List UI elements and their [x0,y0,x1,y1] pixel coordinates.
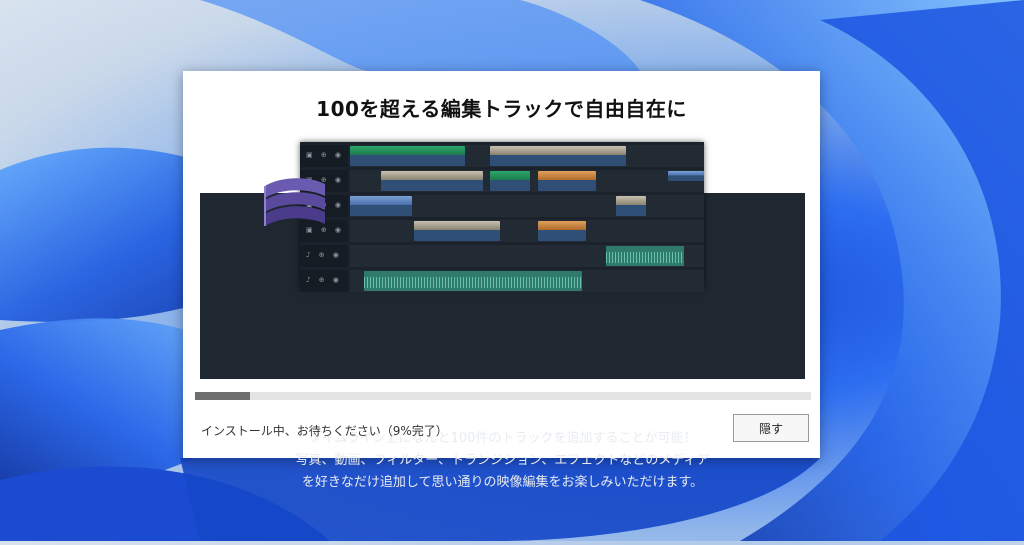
timeline-clip [490,146,626,166]
dialog-title: 100を超える編集トラックで自由自在に [316,97,687,121]
track-lane [350,220,704,242]
installer-dialog: 100を超える編集トラックで自由自在に タイムライン上になんと100件のトラック… [183,71,820,490]
track-lane [350,170,704,192]
audio-clip [364,271,582,291]
stacked-tracks-icon [264,178,325,226]
track-controls-icon: ♪ ⊕ ◉ [306,276,342,284]
timeline-clip [350,146,465,166]
track-lane [350,145,704,167]
timeline-clip [350,196,412,216]
timeline-clip [538,171,596,191]
track-controls-icon: ♪ ⊕ ◉ [306,251,342,259]
description-line: を好きなだけ追加して思い通りの映像編集をお楽しみいただけます。 [301,475,704,490]
description-line: 写真、動画、フィルター、トランジション、エフェクトなどのメディア [295,453,710,468]
track-header: ♪ ⊕ ◉ [300,270,348,292]
audio-clip [606,246,684,266]
timeline-clip [668,171,704,181]
timeline-clip [414,221,500,241]
track-header: ♪ ⊕ ◉ [300,245,348,267]
track-lane [350,195,704,217]
install-progress-bar [195,392,811,400]
timeline-clip [381,171,483,191]
track-header: ▣ ⊕ ◉ [300,145,348,167]
progress-fill [195,392,251,400]
timeline-clip [490,171,530,191]
timeline-illustration: ▣ ⊕ ◉ ▣ ⊕ ◉ ▣ ⊕ ◉ ▣ ⊕ ◉ ♪ ⊕ ◉ ♪ ⊕ ◉ [300,142,704,292]
install-status-text: インストール中、お待ちください（9%完了） [201,424,448,438]
track-lane [350,245,704,267]
hide-button[interactable]: 隠す [733,414,809,442]
track-controls-icon: ▣ ⊕ ◉ [306,151,345,159]
timeline-clip [538,221,586,241]
track-lane [350,270,704,292]
timeline-clip [616,196,646,216]
